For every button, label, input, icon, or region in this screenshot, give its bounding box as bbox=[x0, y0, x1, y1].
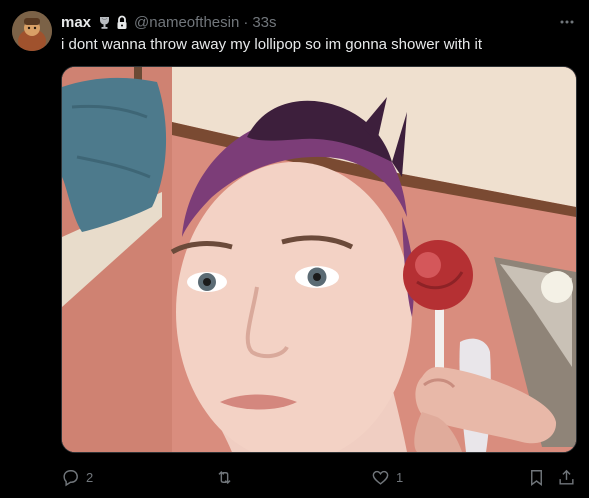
retweet-icon bbox=[215, 468, 234, 487]
tweet-text: i dont wanna throw away my lollipop so i… bbox=[61, 36, 483, 53]
separator: · bbox=[243, 13, 249, 31]
lock-icon bbox=[115, 15, 129, 30]
tweet-header: max @nameofthesin · 33s bbox=[61, 12, 577, 32]
retweet-button[interactable] bbox=[215, 464, 234, 490]
like-icon bbox=[371, 468, 390, 487]
handle[interactable]: @nameofthesin bbox=[134, 14, 239, 31]
share-icon bbox=[557, 468, 576, 487]
bookmark-button[interactable] bbox=[527, 464, 546, 490]
display-name[interactable]: max bbox=[61, 14, 91, 31]
like-count: 1 bbox=[396, 469, 404, 485]
action-bar: 2 1 bbox=[61, 464, 577, 490]
like-button[interactable]: 1 bbox=[371, 464, 403, 490]
more-icon[interactable] bbox=[557, 12, 577, 32]
reply-count: 2 bbox=[86, 469, 94, 485]
share-button[interactable] bbox=[557, 464, 576, 490]
trophy-badge-icon[interactable] bbox=[97, 15, 112, 30]
bookmark-icon bbox=[527, 468, 546, 487]
tweet-photo[interactable] bbox=[61, 66, 577, 453]
reply-icon bbox=[61, 468, 80, 487]
timestamp[interactable]: 33s bbox=[252, 14, 276, 31]
reply-button[interactable]: 2 bbox=[61, 464, 93, 490]
avatar[interactable] bbox=[12, 11, 52, 51]
tweet[interactable]: max @nameofthesin · 33s i dont wanna thr… bbox=[0, 0, 589, 498]
